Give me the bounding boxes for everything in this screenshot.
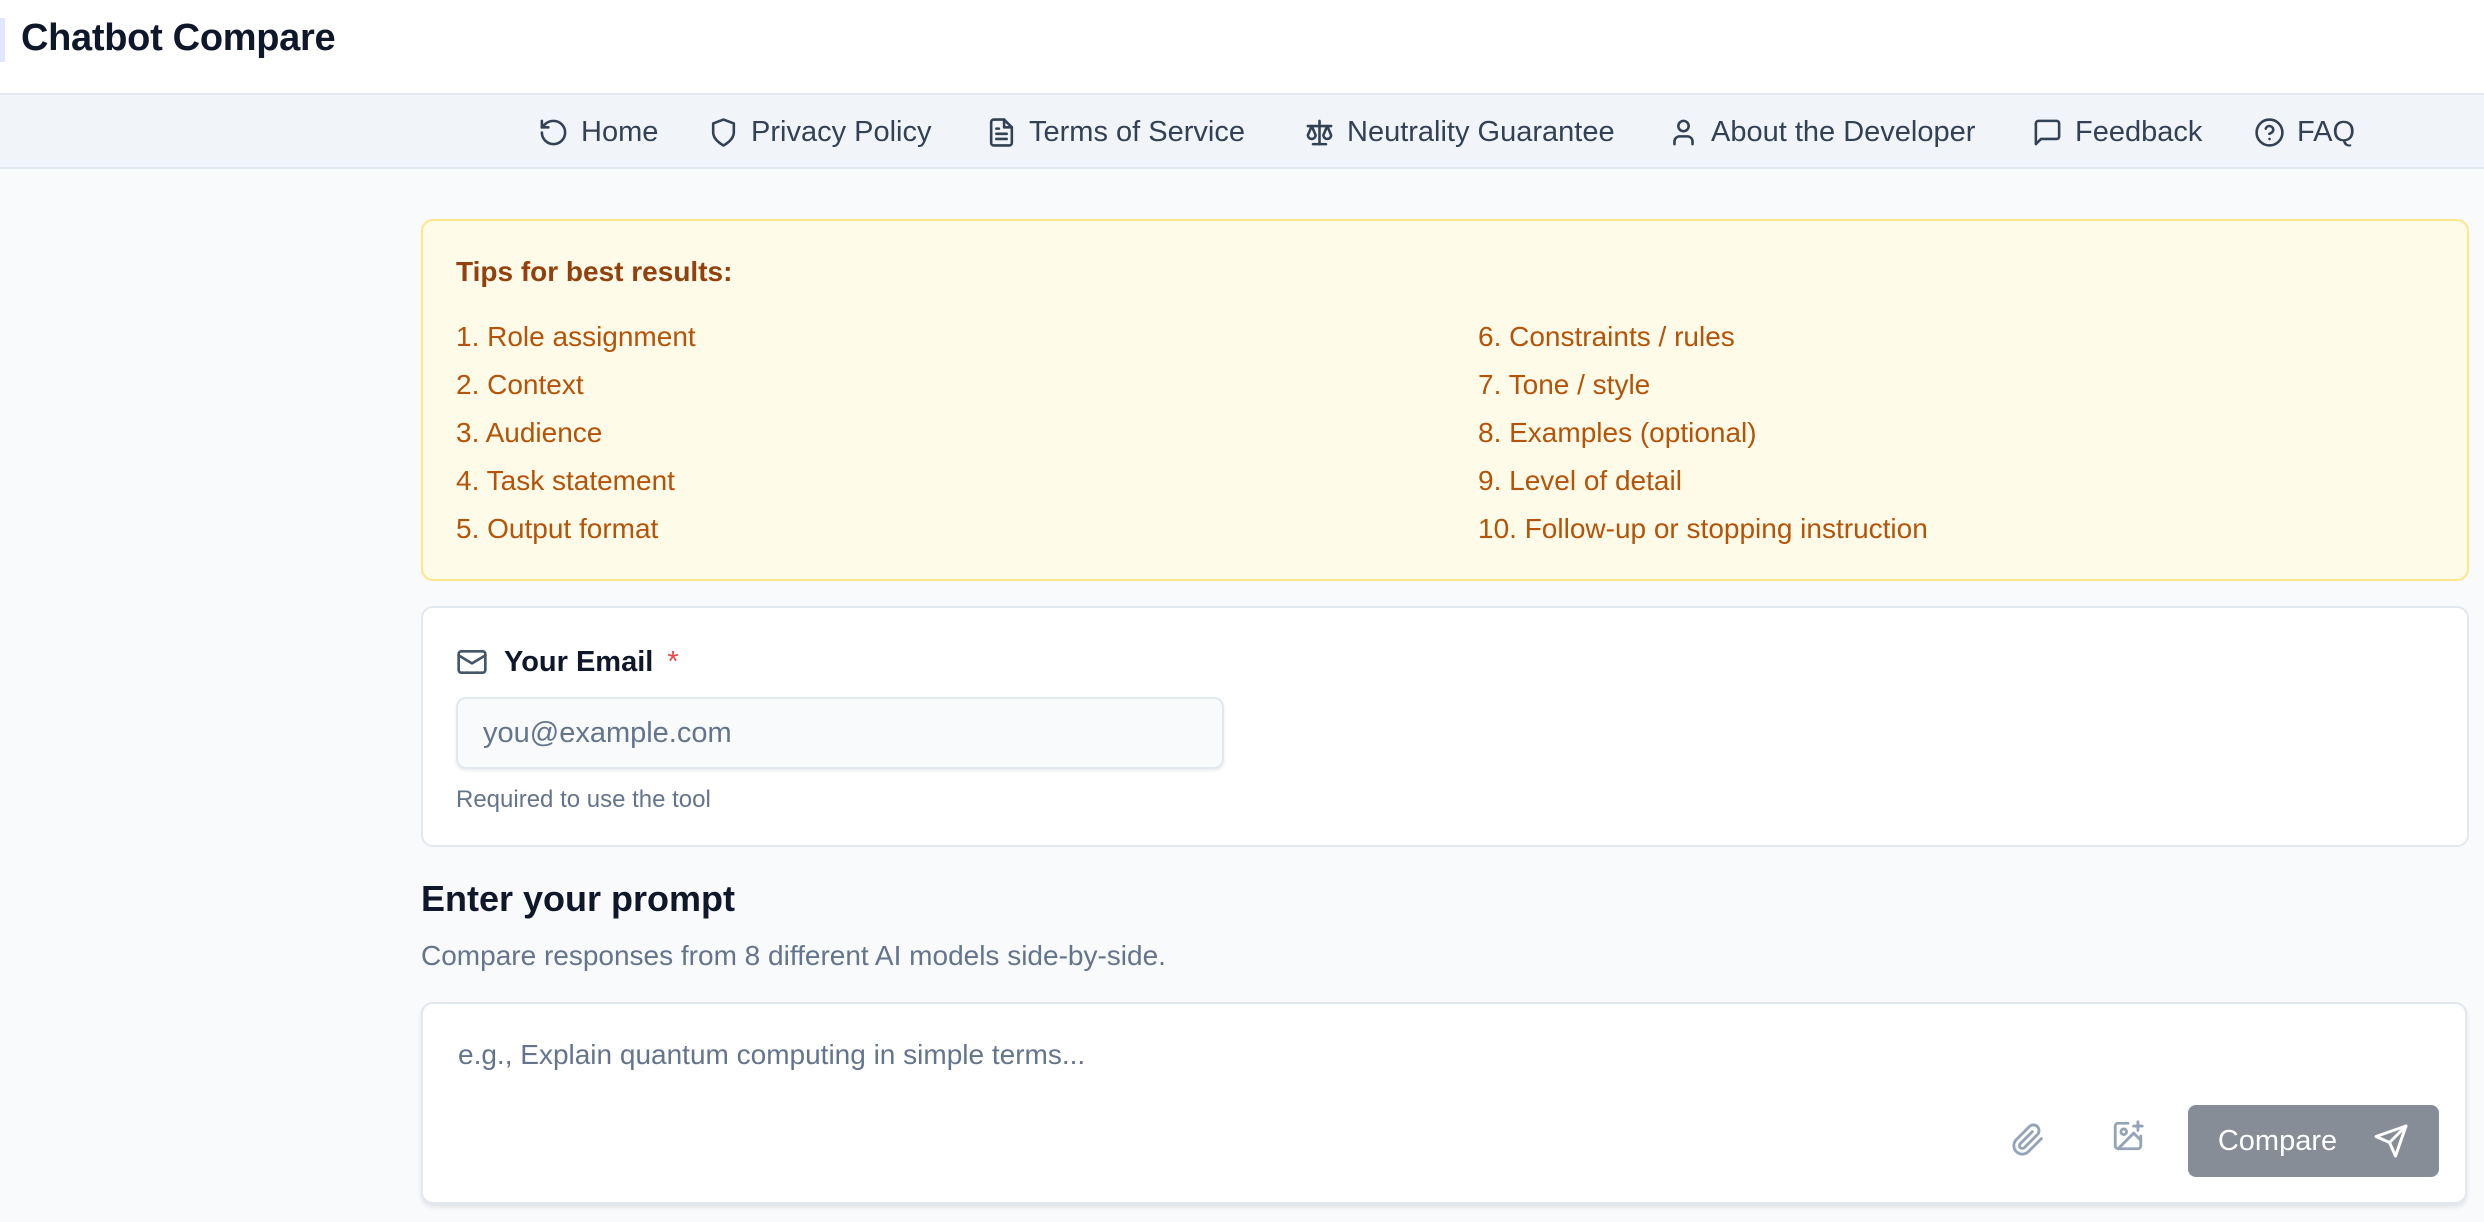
image-plus-icon bbox=[2113, 1120, 2144, 1151]
prompt-box: Compare bbox=[421, 1002, 2467, 1204]
nav-item-label: FAQ bbox=[2297, 115, 2356, 148]
tip-item: 2. Context bbox=[456, 369, 584, 400]
email-card: Your Email * Required to use the tool bbox=[421, 606, 2469, 847]
tip-item: 7. Tone / style bbox=[1478, 369, 1651, 400]
message-square-icon bbox=[2034, 119, 2061, 145]
tip-item: 5. Output format bbox=[456, 513, 659, 544]
nav-item-privacy-policy[interactable]: Privacy Policy bbox=[708, 95, 932, 169]
top-header: Chatbot Compare bbox=[0, 0, 2484, 95]
nav-item-label: Neutrality Guarantee bbox=[1347, 115, 1615, 148]
nav-bar: Home Privacy Policy Terms of Service Neu… bbox=[0, 95, 2484, 169]
email-field[interactable] bbox=[456, 697, 1224, 769]
tip-item: 9. Level of detail bbox=[1478, 465, 1682, 496]
nav-item-label: Terms of Service bbox=[1029, 115, 1245, 148]
nav-item-home[interactable]: Home bbox=[538, 95, 658, 169]
rotate-ccw-icon bbox=[540, 119, 567, 145]
tip-item: 1. Role assignment bbox=[456, 321, 696, 352]
prompt-subheading: Compare responses from 8 different AI mo… bbox=[421, 940, 1166, 971]
shield-icon bbox=[711, 117, 736, 147]
nav-item-label: Home bbox=[581, 115, 659, 148]
file-text-icon bbox=[989, 117, 1014, 147]
attach-file-button[interactable] bbox=[2000, 1112, 2056, 1168]
nav-item-neutrality-guarantee[interactable]: Neutrality Guarantee bbox=[1304, 95, 1615, 169]
email-help-text: Required to use the tool bbox=[456, 786, 711, 813]
tips-panel: Tips for best results: 1. Role assignmen… bbox=[421, 219, 2469, 581]
required-marker: * bbox=[667, 645, 679, 678]
tip-item: 4. Task statement bbox=[456, 465, 675, 496]
tips-title: Tips for best results: bbox=[456, 256, 733, 287]
compare-button[interactable]: Compare bbox=[2188, 1105, 2439, 1177]
nav-item-terms-of-service[interactable]: Terms of Service bbox=[986, 95, 1245, 169]
tip-item: 10. Follow-up or stopping instruction bbox=[1478, 513, 1928, 544]
nav-item-label: About the Developer bbox=[1711, 115, 1976, 148]
paperclip-icon bbox=[2012, 1123, 2043, 1156]
help-circle-icon bbox=[2255, 117, 2284, 147]
scale-icon bbox=[1306, 119, 1333, 145]
mail-icon bbox=[457, 650, 487, 674]
prompt-input[interactable] bbox=[443, 1024, 2343, 1104]
tip-item: 8. Examples (optional) bbox=[1478, 417, 1757, 448]
nav-item-feedback[interactable]: Feedback bbox=[2032, 95, 2202, 169]
email-label: Your Email bbox=[504, 645, 654, 678]
send-icon bbox=[2374, 1124, 2408, 1158]
nav-item-label: Feedback bbox=[2075, 115, 2203, 148]
compare-button-label: Compare bbox=[2217, 1124, 2338, 1157]
attach-image-button[interactable] bbox=[2100, 1108, 2156, 1164]
email-label-row: Your Email * bbox=[456, 644, 679, 680]
nav-item-label: Privacy Policy bbox=[751, 115, 932, 148]
tip-item: 6. Constraints / rules bbox=[1478, 321, 1735, 352]
app-title: Chatbot Compare bbox=[21, 17, 336, 59]
nav-item-about-the-developer[interactable]: About the Developer bbox=[1668, 95, 1975, 169]
user-icon bbox=[1673, 119, 1694, 145]
nav-item-faq[interactable]: FAQ bbox=[2254, 95, 2355, 169]
header-edge-accent bbox=[0, 18, 5, 62]
tip-item: 3. Audience bbox=[456, 417, 603, 448]
prompt-heading: Enter your prompt bbox=[421, 878, 736, 919]
